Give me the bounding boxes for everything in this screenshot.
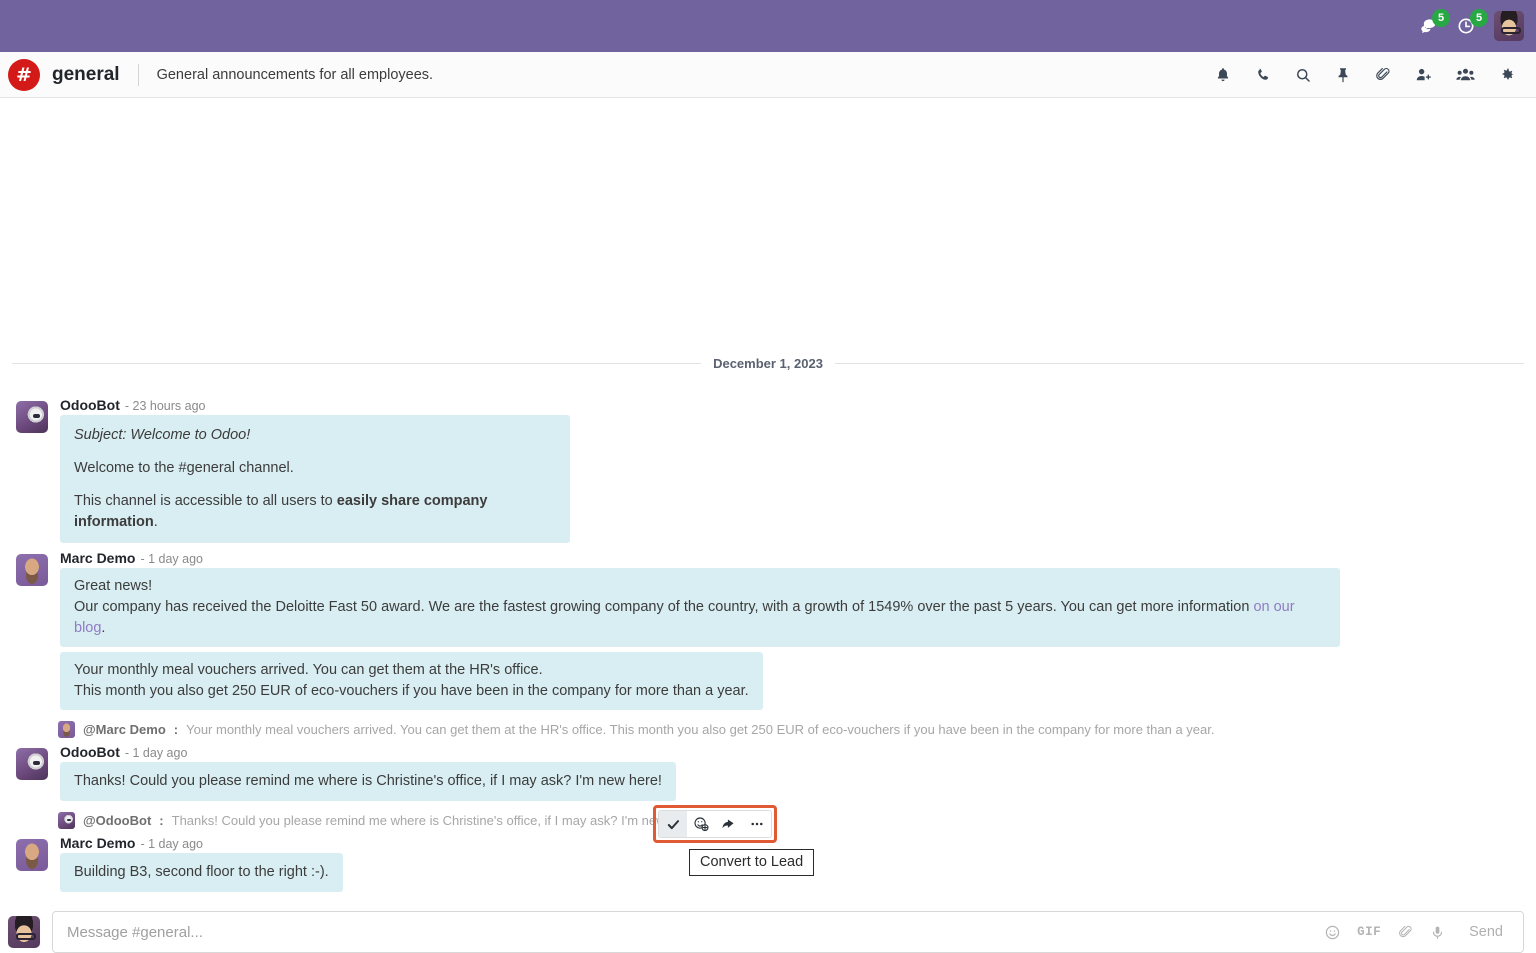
highlight-outline xyxy=(653,805,777,843)
message-line: This channel is accessible to all users … xyxy=(74,491,556,533)
message-text-tail: . xyxy=(101,619,106,636)
reply-icon[interactable] xyxy=(715,811,743,837)
message-bubble: Thanks! Could you please remind me where… xyxy=(60,761,676,801)
avatar xyxy=(1494,11,1524,41)
send-button[interactable]: Send xyxy=(1461,920,1511,944)
notification-settings-icon[interactable] xyxy=(1214,66,1232,84)
message-header: Marc Demo - 1 day ago xyxy=(60,550,1528,568)
channel-description[interactable]: General announcements for all employees. xyxy=(157,67,433,83)
message-author[interactable]: Marc Demo xyxy=(60,550,135,566)
message-timestamp: - 23 hours ago xyxy=(124,398,206,413)
paperclip-icon[interactable] xyxy=(1374,66,1392,84)
channel-header: # general General announcements for all … xyxy=(0,52,1536,98)
notification-colon: : xyxy=(173,721,179,737)
odoobot-avatar xyxy=(16,747,48,780)
date-separator: December 1, 2023 xyxy=(8,356,1528,371)
message-bubble: Your monthly meal vouchers arrived. You … xyxy=(60,651,763,710)
message-timestamp: - 1 day ago xyxy=(140,551,204,566)
message-subject: Subject: Welcome to Odoo! xyxy=(74,426,251,443)
activities-menu-button[interactable]: 5 xyxy=(1456,9,1488,36)
marc-demo-avatar xyxy=(16,838,48,871)
message-action-toolbar-wrapper: Convert to Lead xyxy=(653,805,815,876)
convert-to-lead-icon[interactable] xyxy=(659,811,687,837)
composer-box[interactable]: GIF Send xyxy=(52,911,1524,953)
pin-icon[interactable] xyxy=(1334,66,1352,84)
notification-text: Your monthly meal vouchers arrived. You … xyxy=(186,721,1215,737)
message-body: OdooBot - 1 day ago Thanks! Could you pl… xyxy=(60,744,1528,806)
notification-line: @Marc Demo: Your monthly meal vouchers a… xyxy=(8,717,1528,744)
message-line: Welcome to the #general channel. xyxy=(74,459,294,476)
odoobot-avatar xyxy=(58,811,75,829)
members-icon[interactable] xyxy=(1455,66,1476,84)
message-timestamp: - 1 day ago xyxy=(140,836,204,851)
message-input[interactable] xyxy=(67,912,1325,952)
voice-icon[interactable] xyxy=(1430,924,1445,941)
avatar[interactable] xyxy=(16,838,48,871)
notification-author: @Marc Demo xyxy=(83,721,166,737)
avatar[interactable] xyxy=(16,553,48,586)
odoobot-avatar xyxy=(16,400,48,433)
message-action-toolbar xyxy=(658,810,772,838)
topbar-right-group: 5 5 xyxy=(1418,9,1524,41)
notification-author: @OdooBot xyxy=(83,812,152,828)
channel-action-bar xyxy=(1214,66,1524,84)
search-icon[interactable] xyxy=(1294,66,1312,84)
header-divider xyxy=(137,63,139,86)
message-body: OdooBot - 23 hours ago Subject: Welcome … xyxy=(60,397,1528,548)
message-line: Your monthly meal vouchers arrived. You … xyxy=(74,661,543,678)
add-user-icon[interactable] xyxy=(1414,66,1433,84)
messages-counter-badge: 5 xyxy=(1432,9,1450,27)
system-topbar: 5 5 xyxy=(0,0,1536,52)
message-body: Marc Demo - 1 day ago Great news! Our co… xyxy=(60,550,1528,715)
gif-icon[interactable]: GIF xyxy=(1357,925,1381,939)
date-separator-label: December 1, 2023 xyxy=(713,355,823,371)
avatar[interactable] xyxy=(16,747,48,780)
emoji-icon[interactable] xyxy=(1324,924,1341,941)
message-header: OdooBot - 1 day ago xyxy=(60,744,1528,762)
date-line-left xyxy=(12,362,702,364)
attach-icon[interactable] xyxy=(1397,924,1414,941)
message-item[interactable]: Marc Demo - 1 day ago Great news! Our co… xyxy=(8,550,1528,717)
message-text: Our company has received the Deloitte Fa… xyxy=(74,598,1254,615)
message-author[interactable]: Marc Demo xyxy=(60,835,135,851)
mitchell-admin-avatar xyxy=(8,916,40,948)
activities-counter-badge: 5 xyxy=(1470,9,1488,27)
message-thread[interactable]: December 1, 2023 OdooBot - 23 hours ago … xyxy=(0,98,1536,905)
message-bubble: Subject: Welcome to Odoo! Welcome to the… xyxy=(60,414,570,543)
message-author[interactable]: OdooBot xyxy=(60,744,120,760)
phone-icon[interactable] xyxy=(1254,66,1272,84)
add-reaction-icon[interactable] xyxy=(687,811,715,837)
message-bubble: Building B3, second floor to the right :… xyxy=(60,852,343,892)
message-item[interactable]: OdooBot - 23 hours ago Subject: Welcome … xyxy=(8,397,1528,550)
expand-icon[interactable] xyxy=(743,811,771,837)
channel-name[interactable]: general xyxy=(52,64,120,86)
marc-demo-avatar xyxy=(16,553,48,586)
message-line: This month you also get 250 EUR of eco-v… xyxy=(74,682,749,699)
message-line: Great news! xyxy=(74,577,153,594)
message-author[interactable]: OdooBot xyxy=(60,397,120,413)
avatar[interactable] xyxy=(16,400,48,433)
marc-demo-avatar xyxy=(58,720,75,738)
message-line: Subject: Welcome to Odoo! xyxy=(74,425,556,446)
avatar xyxy=(58,720,75,738)
messages-menu-button[interactable]: 5 xyxy=(1418,9,1450,36)
channel-hash-icon: # xyxy=(8,58,40,91)
tooltip: Convert to Lead xyxy=(689,849,815,876)
gear-icon[interactable] xyxy=(1498,66,1516,84)
message-item-hovered[interactable]: OdooBot - 1 day ago Thanks! Could you pl… xyxy=(8,744,1528,808)
message-timestamp: - 1 day ago xyxy=(124,745,188,760)
avatar xyxy=(8,916,40,948)
notification-text: Thanks! Could you please remind me where… xyxy=(171,812,699,828)
message-text-tail: . xyxy=(153,513,158,530)
message-header: OdooBot - 23 hours ago xyxy=(60,397,1528,415)
user-menu-avatar[interactable] xyxy=(1494,11,1524,41)
notification-colon: : xyxy=(159,812,164,828)
message-line: Our company has received the Deloitte Fa… xyxy=(74,597,1326,639)
message-bubble: Great news! Our company has received the… xyxy=(60,567,1340,647)
message-text: This channel is accessible to all users … xyxy=(74,492,337,509)
composer: GIF Send xyxy=(0,905,1536,953)
avatar xyxy=(58,811,75,829)
composer-tools: GIF Send xyxy=(1324,920,1517,944)
date-line-right xyxy=(834,362,1525,364)
